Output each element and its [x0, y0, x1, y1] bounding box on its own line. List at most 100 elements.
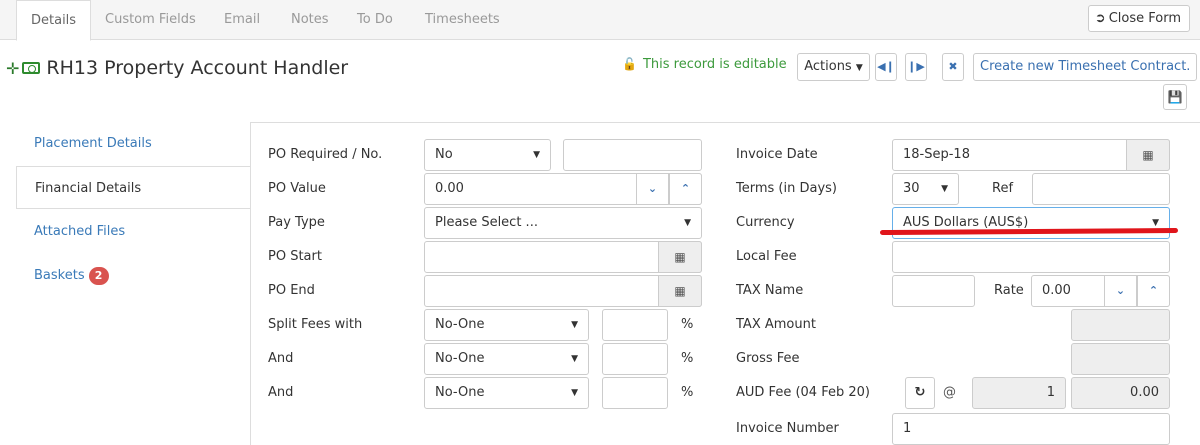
- gross-fee-input: [1071, 343, 1170, 375]
- invoice-number-input[interactable]: 1: [892, 413, 1170, 445]
- tab-timesheets[interactable]: Timesheets: [425, 0, 500, 40]
- po-value-value: 0.00: [435, 181, 464, 196]
- and-percent-input-1[interactable]: [602, 343, 668, 375]
- page-header: ✛ RH13 Property Account Handler: [6, 55, 348, 81]
- invoice-date-label: Invoice Date: [736, 147, 818, 162]
- invoice-date-input[interactable]: 18-Sep-18 ▦: [892, 139, 1170, 171]
- chevron-down-icon[interactable]: ⌄: [636, 173, 669, 205]
- baskets-count-badge: 2: [88, 266, 109, 285]
- po-end-date-input[interactable]: ▦: [424, 275, 702, 307]
- step-backward-icon: ◀❙: [877, 60, 895, 73]
- and-label: And: [268, 351, 294, 366]
- caret-down-icon: ▼: [855, 63, 863, 73]
- and-percent-input-2[interactable]: [602, 377, 668, 409]
- terms-label: Terms (in Days): [736, 181, 837, 196]
- split-fees-percent-input[interactable]: [602, 309, 668, 341]
- and-select-1[interactable]: No-One ▼: [424, 343, 589, 375]
- pay-type-label: Pay Type: [268, 215, 325, 230]
- last-record-button[interactable]: ❙▶: [905, 53, 927, 81]
- calendar-icon[interactable]: ▦: [1126, 139, 1170, 171]
- pay-type-select[interactable]: Please Select ... ▼: [424, 207, 702, 239]
- po-value-input[interactable]: 0.00 ⌄ ⌃: [424, 173, 702, 205]
- po-required-label: PO Required / No.: [268, 147, 383, 162]
- caret-down-icon: ▼: [571, 320, 578, 330]
- percent-symbol: %: [681, 351, 694, 366]
- save-icon: 💾: [1167, 90, 1183, 104]
- invoice-date-value: 18-Sep-18: [903, 147, 970, 162]
- calendar-icon[interactable]: ▦: [658, 241, 702, 273]
- po-required-select[interactable]: No ▼: [424, 139, 551, 171]
- tab-custom-fields[interactable]: Custom Fields: [105, 0, 196, 40]
- ref-input[interactable]: [1032, 173, 1170, 205]
- tax-name-label: TAX Name: [736, 283, 804, 298]
- editable-status: 🔓 This record is editable: [622, 57, 787, 72]
- close-form-button[interactable]: ➲ Close Form: [1087, 5, 1190, 32]
- tab-to-do[interactable]: To Do: [357, 0, 393, 40]
- split-fees-value: No-One: [435, 317, 485, 332]
- terms-value: 30: [903, 181, 920, 196]
- calendar-icon[interactable]: ▦: [658, 275, 702, 307]
- gross-fee-label: Gross Fee: [736, 351, 800, 366]
- rate-value: 0.00: [1042, 283, 1071, 298]
- and-1-value: No-One: [435, 351, 485, 366]
- create-timesheet-contract-button[interactable]: Create new Timesheet Contract.: [973, 53, 1198, 81]
- terms-select[interactable]: 30 ▼: [892, 173, 959, 205]
- tab-notes[interactable]: Notes: [291, 0, 329, 40]
- caret-down-icon: ▼: [684, 218, 691, 228]
- and-select-2[interactable]: No-One ▼: [424, 377, 589, 409]
- currency-label: Currency: [736, 215, 795, 230]
- sidebar-item-label: Baskets: [34, 268, 85, 283]
- tax-name-input[interactable]: [892, 275, 975, 307]
- tax-amount-label: TAX Amount: [736, 317, 816, 332]
- pay-type-placeholder: Please Select ...: [435, 215, 538, 230]
- caret-down-icon: ▼: [1152, 218, 1159, 228]
- money-icon: [22, 62, 41, 74]
- chevron-down-icon[interactable]: ⌄: [1104, 275, 1137, 307]
- split-fees-label: Split Fees with: [268, 317, 363, 332]
- rate-input[interactable]: 0.00 ⌄ ⌃: [1031, 275, 1170, 307]
- po-start-label: PO Start: [268, 249, 322, 264]
- editable-text: This record is editable: [642, 57, 787, 72]
- caret-down-icon: ▼: [571, 388, 578, 398]
- currency-value: AUS Dollars (AUS$): [903, 215, 1029, 230]
- step-forward-icon: ❙▶: [907, 60, 925, 73]
- percent-symbol: %: [681, 385, 694, 400]
- aud-fee-label: AUD Fee (04 Feb 20): [736, 385, 870, 400]
- percent-symbol: %: [681, 317, 694, 332]
- local-fee-input[interactable]: [892, 241, 1170, 273]
- refresh-icon: ↻: [914, 385, 926, 400]
- rate-label: Rate: [994, 283, 1024, 298]
- sidebar-item-baskets[interactable]: Baskets 2: [16, 254, 250, 297]
- refresh-rate-button[interactable]: ↻: [905, 377, 935, 409]
- chevron-up-icon[interactable]: ⌃: [1137, 275, 1170, 307]
- at-symbol: @: [943, 385, 956, 400]
- po-number-input[interactable]: [563, 139, 702, 171]
- aud-fee-input: 0.00: [1071, 377, 1170, 409]
- tab-email[interactable]: Email: [224, 0, 260, 40]
- tax-amount-input: [1071, 309, 1170, 341]
- first-record-button[interactable]: ◀❙: [875, 53, 897, 81]
- save-button[interactable]: 💾: [1163, 84, 1187, 110]
- sidebar-item-financial-details[interactable]: Financial Details: [16, 166, 251, 209]
- and-2-value: No-One: [435, 385, 485, 400]
- actions-dropdown-button[interactable]: Actions ▼: [797, 53, 870, 81]
- sidebar-item-placement-details[interactable]: Placement Details: [16, 122, 250, 165]
- po-end-label: PO End: [268, 283, 315, 298]
- caret-down-icon: ▼: [533, 150, 540, 160]
- sign-out-icon: ➲: [1094, 11, 1106, 26]
- page-title: RH13 Property Account Handler: [46, 57, 349, 79]
- chevron-up-icon[interactable]: ⌃: [669, 173, 702, 205]
- and-label: And: [268, 385, 294, 400]
- caret-down-icon: ▼: [941, 184, 948, 194]
- close-form-label: Close Form: [1108, 11, 1181, 26]
- invoice-number-label: Invoice Number: [736, 421, 839, 436]
- po-start-date-input[interactable]: ▦: [424, 241, 702, 273]
- local-fee-label: Local Fee: [736, 249, 797, 264]
- move-icon[interactable]: ✛: [6, 59, 19, 78]
- caret-down-icon: ▼: [571, 354, 578, 364]
- unlock-icon: 🔓: [622, 57, 637, 71]
- delete-record-button[interactable]: ✖: [942, 53, 964, 81]
- tab-details[interactable]: Details: [16, 0, 92, 41]
- split-fees-select[interactable]: No-One ▼: [424, 309, 589, 341]
- sidebar-item-attached-files[interactable]: Attached Files: [16, 210, 250, 253]
